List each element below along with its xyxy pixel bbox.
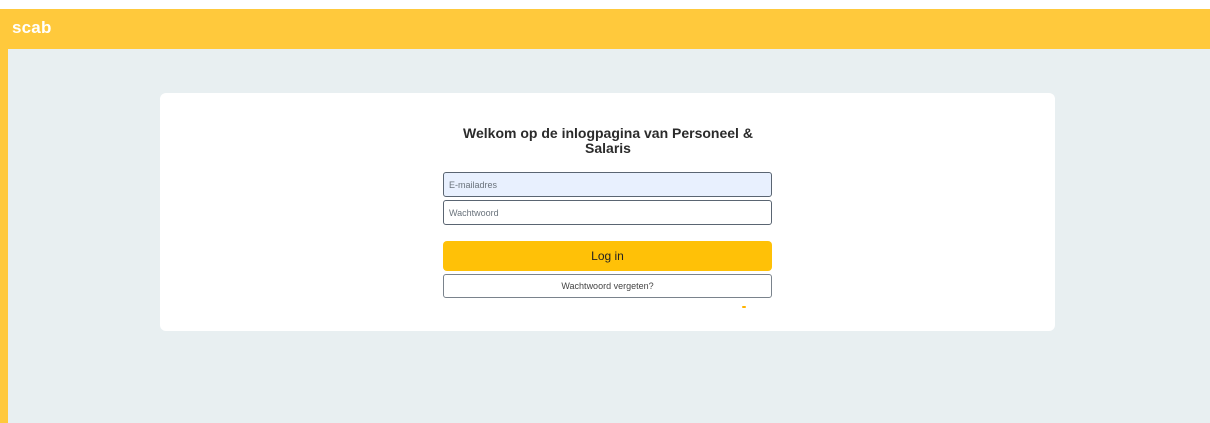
password-field[interactable] (443, 200, 772, 225)
email-field[interactable] (443, 172, 772, 197)
scab-logo[interactable]: scab (12, 18, 52, 38)
loading-indicator (742, 306, 746, 308)
page-title: Welkom op de inlogpagina van Personeel &… (463, 125, 753, 156)
login-button[interactable]: Log in (443, 241, 772, 271)
login-card: Welkom op de inlogpagina van Personeel &… (160, 93, 1055, 331)
forgot-password-button[interactable]: Wachtwoord vergeten? (443, 274, 772, 298)
top-bar: scab (0, 9, 1210, 49)
